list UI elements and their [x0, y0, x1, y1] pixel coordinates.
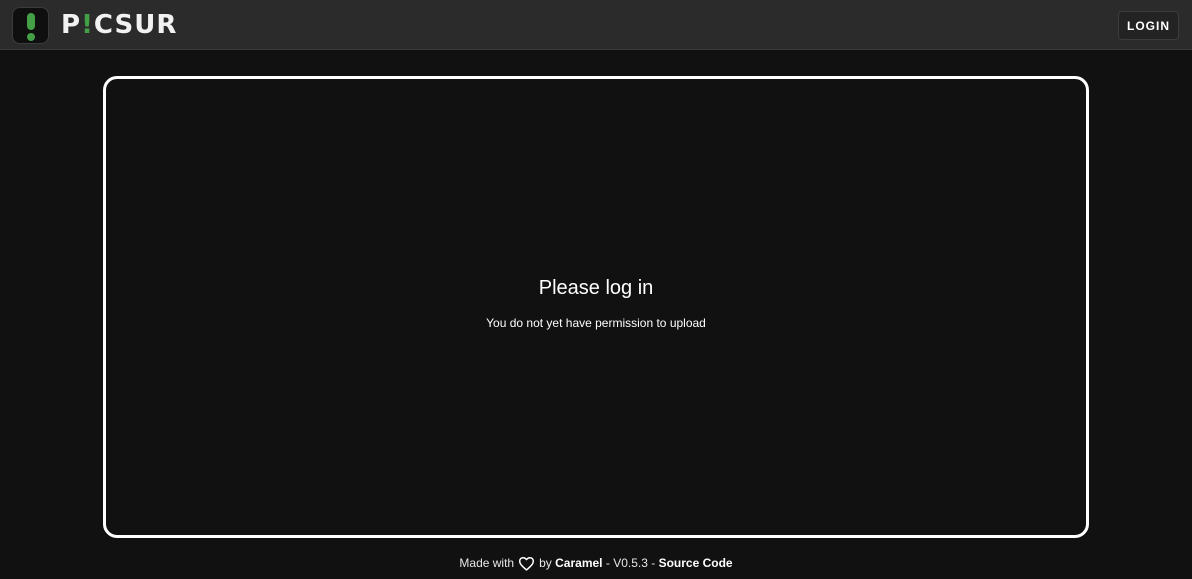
- logo-exclamation-bar: [27, 13, 35, 30]
- logo-text-accent: !: [81, 10, 94, 40]
- source-code-link[interactable]: Source Code: [659, 556, 733, 570]
- app-logo-text[interactable]: P! CSUR: [61, 8, 177, 42]
- heart-icon: [519, 556, 535, 571]
- footer-author: Caramel: [555, 556, 603, 570]
- picsur-logo-icon[interactable]: [12, 7, 49, 44]
- footer: Made with by Caramel - V0.5.3 - Source C…: [0, 553, 1192, 573]
- footer-version: - V0.5.3 -: [605, 556, 656, 570]
- login-prompt-title: Please log in: [538, 277, 654, 299]
- logo-exclamation-dot: [27, 33, 35, 41]
- permission-message: You do not yet have permission to upload: [486, 316, 706, 330]
- logo-text-suffix: CSUR: [93, 10, 178, 40]
- login-button[interactable]: LOGIN: [1118, 11, 1179, 40]
- upload-drop-area[interactable]: Please log in You do not yet have permis…: [103, 76, 1089, 538]
- logo-text-prefix: P: [61, 10, 82, 40]
- top-app-bar: P! CSUR LOGIN: [0, 0, 1192, 50]
- footer-by: by: [539, 556, 552, 570]
- footer-made-with: Made with: [459, 556, 515, 570]
